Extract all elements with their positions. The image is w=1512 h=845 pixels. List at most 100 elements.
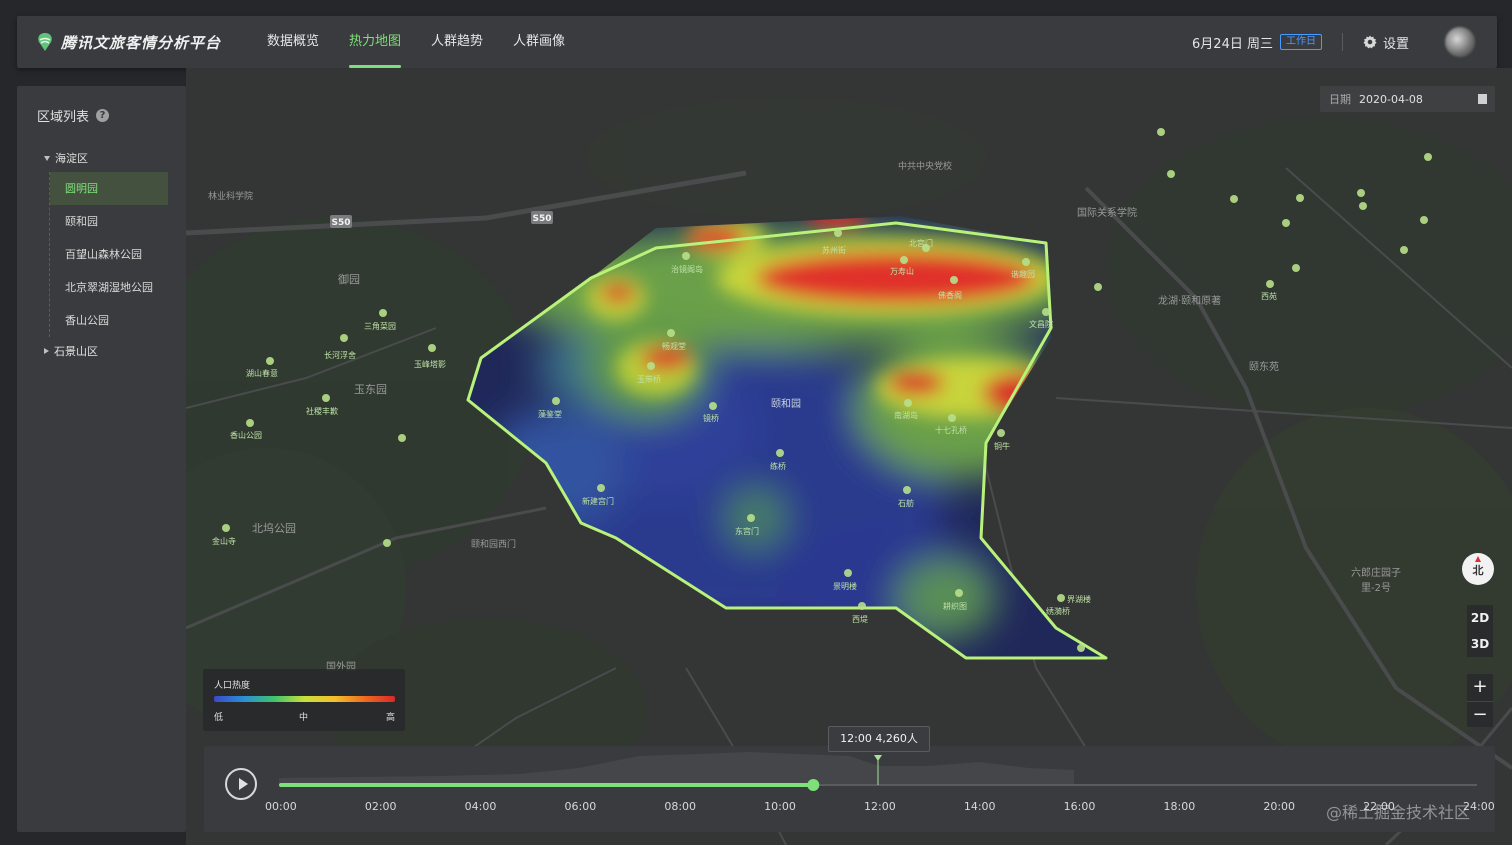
map-label: 中共中央党校 bbox=[898, 162, 953, 172]
poi-label: 镜桥 bbox=[703, 414, 719, 423]
view-2d-button[interactable]: 2D bbox=[1467, 605, 1493, 631]
time-tick-label: 16:00 bbox=[1063, 800, 1096, 813]
legend-high-label: 高 bbox=[386, 713, 396, 723]
map-label: 颐和园 bbox=[771, 399, 801, 410]
view-3d-button[interactable]: 3D bbox=[1467, 631, 1493, 657]
calendar-icon bbox=[1478, 94, 1487, 104]
current-date: 6月24日 周三 bbox=[1192, 36, 1273, 52]
poi-label: 畅观堂 bbox=[662, 342, 686, 351]
poi-label: 东宫门 bbox=[735, 527, 759, 536]
time-tick-label: 12:00 bbox=[864, 800, 896, 813]
watermark: @稀土掘金技术社区 bbox=[1326, 803, 1471, 822]
poi-label: 南湖岛 bbox=[894, 411, 918, 420]
zoom-controls: + − bbox=[1467, 674, 1493, 727]
sidebar-title-text: 区域列表 bbox=[37, 110, 90, 125]
poi-label: 界湖楼 bbox=[1067, 595, 1091, 604]
legend-mid-label: 中 bbox=[299, 713, 309, 723]
poi-label: 西苑 bbox=[1261, 292, 1277, 301]
tree-children-haidian: 圆明园 颐和园 百望山森林公园 北京翠湖湿地公园 香山公园 bbox=[49, 172, 186, 337]
map-label: 国际关系学院 bbox=[1077, 208, 1137, 219]
zoom-out-button[interactable]: − bbox=[1467, 701, 1493, 728]
poi-label: 谐趣园 bbox=[1011, 270, 1035, 279]
date-picker[interactable]: 日期 2020-04-08 bbox=[1320, 86, 1495, 112]
map-label: 六郎庄园子里-2号 bbox=[1351, 568, 1401, 594]
poi-label: 藻鉴堂 bbox=[538, 410, 562, 419]
tree-group-label: 石景山区 bbox=[54, 345, 98, 358]
date-picker-value: 2020-04-08 bbox=[1359, 92, 1423, 106]
map-label: 颐东苑 bbox=[1249, 362, 1279, 373]
map-label: 颐和园西门 bbox=[471, 540, 517, 550]
legend-low-label: 低 bbox=[214, 713, 224, 723]
poi-label: 铜牛 bbox=[994, 442, 1010, 451]
brand[interactable]: 腾讯文旅客情分析平台 bbox=[35, 32, 245, 53]
poi-label: 万寿山 bbox=[890, 267, 914, 276]
time-tick-label: 10:00 bbox=[764, 800, 796, 813]
track-progress bbox=[279, 783, 814, 787]
settings-label: 设置 bbox=[1382, 36, 1409, 52]
poi-label: 新建宫门 bbox=[582, 497, 614, 506]
map-label: 玉东园 bbox=[354, 383, 387, 396]
nav-crowd-profile[interactable]: 人群画像 bbox=[513, 16, 565, 68]
hover-marker-icon bbox=[874, 755, 882, 761]
poi-label: 玉带桥 bbox=[637, 375, 661, 384]
poi-label: 景明楼 bbox=[833, 582, 857, 591]
poi-label: 三角菜园 bbox=[364, 322, 396, 331]
poi-label: 石舫 bbox=[898, 499, 914, 508]
compass-button[interactable]: 北 bbox=[1462, 553, 1494, 585]
nav-heatmap[interactable]: 热力地图 bbox=[349, 16, 402, 68]
poi-label: 社稷丰歉 bbox=[306, 407, 338, 416]
user-avatar[interactable] bbox=[1445, 27, 1475, 57]
poi-label: 练桥 bbox=[770, 462, 786, 471]
legend-title: 人口热度 bbox=[214, 681, 251, 691]
gear-icon bbox=[1363, 35, 1377, 49]
header-right: 6月24日 周三 工作日 设置 bbox=[1192, 16, 1497, 68]
map-label: 御园 bbox=[338, 273, 360, 286]
map-label: 林业科学院 bbox=[208, 192, 254, 202]
heat-layer bbox=[468, 216, 1106, 658]
map-label: 北坞公园 bbox=[252, 522, 296, 535]
tree-item-baiwangshan[interactable]: 百望山森林公园 bbox=[50, 238, 186, 271]
shield-label: S50 bbox=[532, 214, 551, 224]
tree-group-haidian[interactable]: 海淀区 bbox=[17, 144, 186, 172]
tree-group-label: 海淀区 bbox=[55, 152, 88, 165]
header-divider bbox=[1341, 33, 1343, 51]
app-title: 腾讯文旅客情分析平台 bbox=[61, 33, 222, 52]
time-tick-label: 08:00 bbox=[664, 800, 697, 813]
poi-label: 治镜阁岛 bbox=[671, 265, 703, 274]
tree-item-yuanmingyuan[interactable]: 圆明园 bbox=[50, 172, 168, 205]
poi-label: 苏州街 bbox=[822, 246, 846, 255]
help-icon[interactable]: ? bbox=[96, 109, 110, 122]
time-tick-label: 20:00 bbox=[1263, 800, 1296, 813]
zoom-in-button[interactable]: + bbox=[1467, 674, 1493, 700]
time-tick-label: 02:00 bbox=[364, 800, 397, 813]
date-picker-label: 日期 bbox=[1329, 93, 1351, 106]
time-tick-label: 18:00 bbox=[1163, 800, 1196, 813]
region-sidebar: 区域列表 ? 海淀区 圆明园 颐和园 百望山森林公园 北京翠湖湿地公园 香山公园… bbox=[17, 86, 186, 832]
brand-logo-icon bbox=[38, 33, 52, 51]
workday-badge: 工作日 bbox=[1279, 34, 1322, 50]
tree-group-shijingshan[interactable]: 石景山区 bbox=[17, 337, 186, 365]
play-button[interactable] bbox=[225, 768, 257, 800]
poi-label: 绣漪桥 bbox=[1046, 607, 1070, 616]
poi-label: 玉峰塔影 bbox=[414, 360, 446, 369]
poi-label: 长河浮舍 bbox=[324, 351, 356, 360]
time-player: 00:00 02:00 04:00 06:00 08:00 10:00 12:00 14:00… bbox=[204, 746, 1495, 832]
region-tree: 海淀区 圆明园 颐和园 百望山森林公园 北京翠湖湿地公园 香山公园 石景山区 bbox=[17, 144, 186, 365]
poi-label: 佛香阁 bbox=[938, 291, 962, 300]
nav-data-overview[interactable]: 数据概览 bbox=[267, 16, 319, 68]
caret-right-icon bbox=[44, 348, 49, 354]
caret-down-icon bbox=[44, 155, 50, 161]
main-nav: 数据概览 热力地图 人群趋势 人群画像 bbox=[267, 16, 595, 68]
tree-item-yiheyuan[interactable]: 颐和园 bbox=[50, 205, 186, 238]
nav-crowd-trend[interactable]: 人群趋势 bbox=[431, 16, 483, 68]
tree-item-xiangshan[interactable]: 香山公园 bbox=[50, 304, 186, 337]
time-track[interactable] bbox=[279, 746, 1479, 806]
poi-label: 西堤 bbox=[852, 615, 868, 624]
poi-label: 耕织图 bbox=[943, 602, 967, 611]
poi-label: 湖山春意 bbox=[246, 369, 278, 378]
tree-item-cuihu-wetland[interactable]: 北京翠湖湿地公园 bbox=[50, 271, 186, 304]
settings-button[interactable]: 设置 bbox=[1363, 33, 1409, 52]
time-tick-label: 00:00 bbox=[265, 800, 297, 813]
track-thumb[interactable] bbox=[807, 779, 820, 791]
time-tooltip: 12:00 4,260人 bbox=[828, 726, 930, 752]
